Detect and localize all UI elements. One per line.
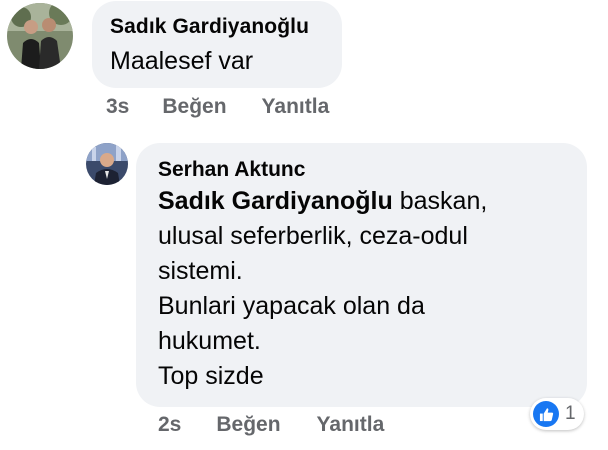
reply-line-4: Bunlari yapacak olan da xyxy=(158,292,425,320)
reply-line-5: hukumet. xyxy=(158,327,261,355)
reply-like-button[interactable]: Beğen xyxy=(216,412,280,438)
reply-line-1-text: baskan, xyxy=(392,187,488,215)
reply-author[interactable]: Serhan Aktunc xyxy=(158,157,587,183)
reply-avatar[interactable] xyxy=(86,143,128,185)
comment-time[interactable]: 3s xyxy=(106,94,129,120)
reply-line-1: Sadık Gardiyanoğlu baskan, xyxy=(158,184,587,219)
reaction-count: 1 xyxy=(565,403,576,424)
comment-actions: 3s Beğen Yanıtla xyxy=(106,94,329,120)
comment-avatar[interactable] xyxy=(7,3,73,69)
reply-line-6: Top sizde xyxy=(158,362,264,390)
reply-line-2: ulusal seferberlik, ceza-odul xyxy=(158,222,468,250)
comment-reply-button[interactable]: Yanıtla xyxy=(262,94,330,120)
reaction-badge[interactable]: 1 xyxy=(530,398,584,430)
reply-line-3: sistemi. xyxy=(158,257,243,285)
reply-bubble: Serhan Aktunc Sadık Gardiyanoğlu baskan,… xyxy=(136,143,587,407)
comment-like-button[interactable]: Beğen xyxy=(162,94,226,120)
reply-time[interactable]: 2s xyxy=(158,412,181,438)
comment-text: Maalesef var xyxy=(110,47,254,75)
comment-author[interactable]: Sadık Gardiyanoğlu xyxy=(110,14,342,40)
comment-bubble: Sadık Gardiyanoğlu Maalesef var xyxy=(92,1,342,88)
reply-reply-button[interactable]: Yanıtla xyxy=(317,412,385,438)
mention-link[interactable]: Sadık Gardiyanoğlu xyxy=(158,187,393,215)
reply-text: Sadık Gardiyanoğlu baskan, ulusal seferb… xyxy=(158,184,587,394)
thumbs-up-icon xyxy=(533,401,559,427)
reply-actions: 2s Beğen Yanıtla xyxy=(158,412,384,438)
